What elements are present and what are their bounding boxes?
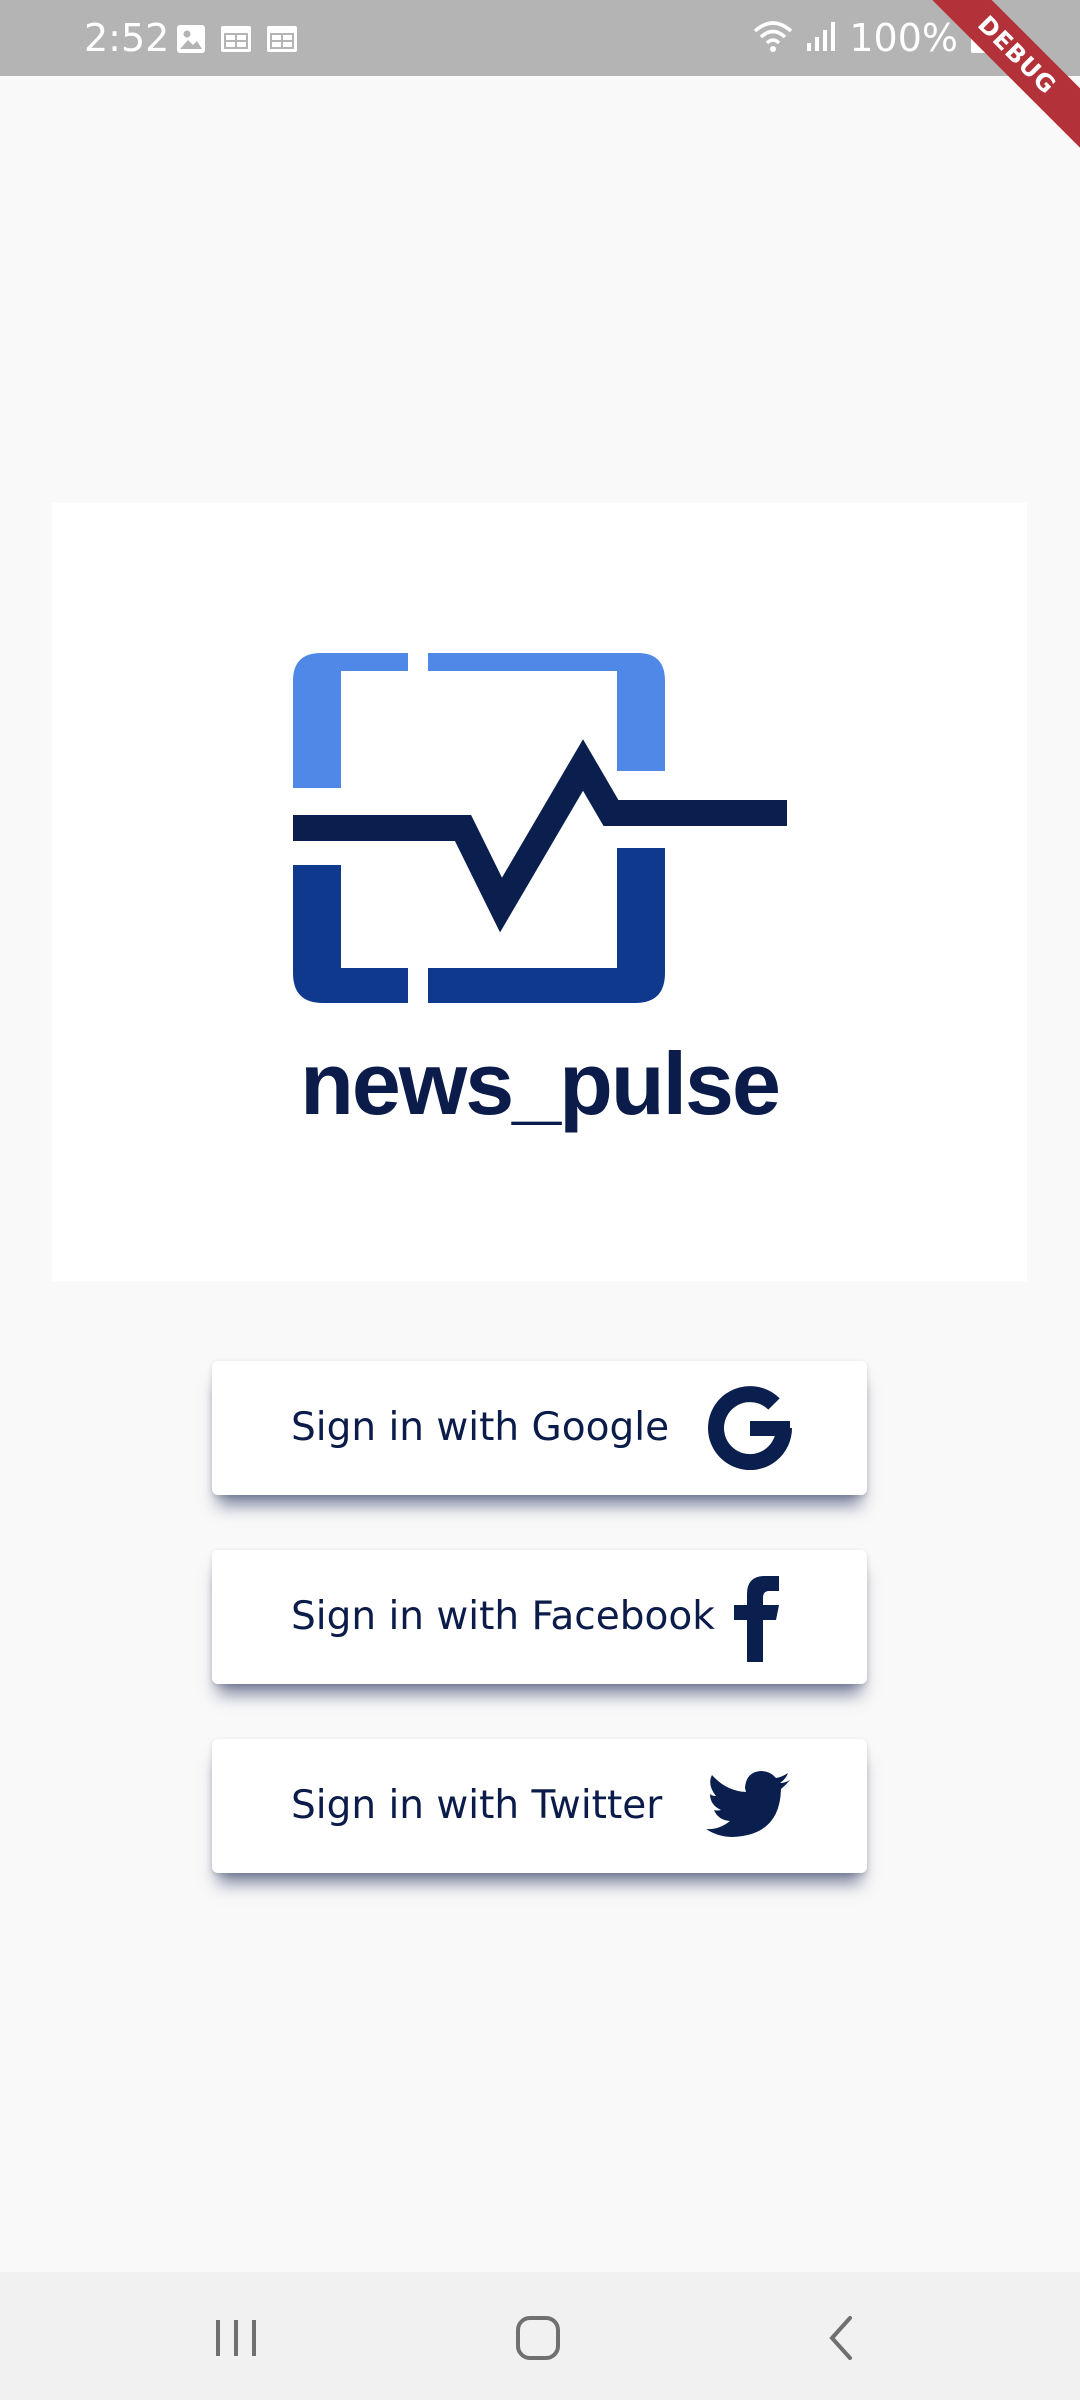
- twitter-signin-button[interactable]: Sign in with Twitter: [212, 1739, 867, 1873]
- notification-icons: [176, 24, 298, 59]
- navigation-bar: [0, 2272, 1080, 2400]
- recent-apps-icon[interactable]: [212, 2316, 262, 2365]
- app-name: news_pulse: [300, 1034, 781, 1133]
- battery-percent: 100%: [849, 16, 958, 60]
- logo-card: news_pulse: [52, 503, 1027, 1281]
- google-icon: [708, 1386, 792, 1475]
- home-icon[interactable]: [514, 2314, 562, 2367]
- calendar-icon: [266, 24, 298, 59]
- back-icon[interactable]: [824, 2314, 858, 2367]
- signal-icon: [805, 19, 837, 58]
- facebook-signin-button[interactable]: Sign in with Facebook: [212, 1550, 867, 1684]
- image-icon: [176, 24, 206, 59]
- wifi-icon: [753, 19, 793, 58]
- status-time: 2:52: [84, 16, 170, 60]
- google-signin-button[interactable]: Sign in with Google: [212, 1361, 867, 1495]
- status-bar: 2:52 100%: [0, 0, 1080, 76]
- facebook-signin-label: Sign in with Facebook: [291, 1594, 715, 1639]
- google-signin-label: Sign in with Google: [291, 1405, 670, 1450]
- twitter-icon: [706, 1771, 792, 1848]
- calendar-icon: [220, 24, 252, 59]
- facebook-icon: [732, 1574, 782, 1667]
- twitter-signin-label: Sign in with Twitter: [291, 1783, 663, 1828]
- pulse-frame-logo-icon: [293, 653, 787, 1008]
